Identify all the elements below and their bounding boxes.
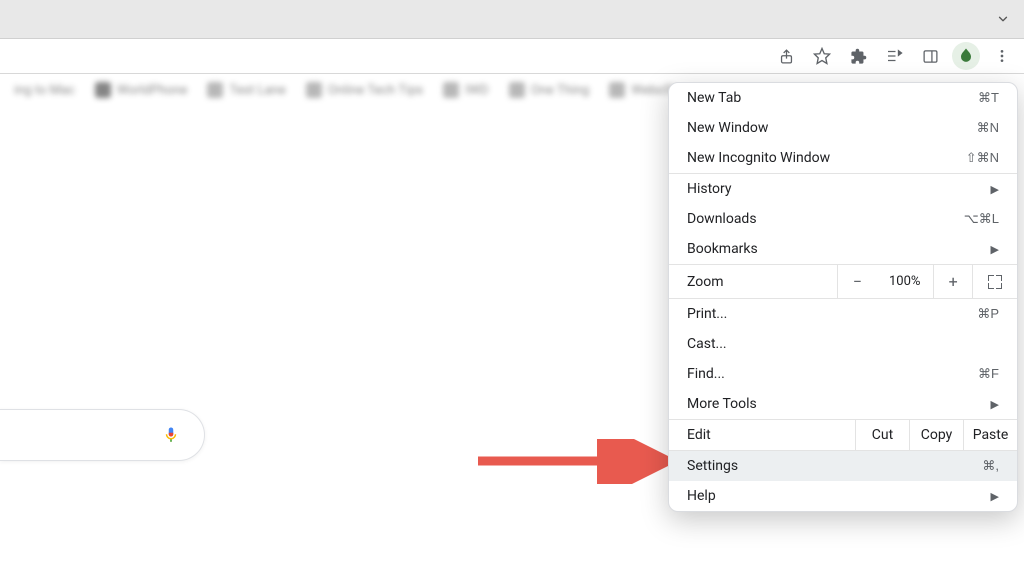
menu-label: Find... bbox=[687, 366, 725, 382]
shortcut: ⌘F bbox=[978, 366, 999, 382]
zoom-out-button[interactable]: − bbox=[837, 265, 877, 298]
menu-label: Bookmarks bbox=[687, 241, 758, 257]
side-panel-icon[interactable] bbox=[916, 42, 944, 70]
titlebar bbox=[0, 0, 1024, 39]
media-control-icon[interactable] bbox=[880, 42, 908, 70]
edit-paste-button[interactable]: Paste bbox=[963, 420, 1017, 450]
menu-new-tab[interactable]: New Tab ⌘T bbox=[669, 83, 1017, 113]
menu-find[interactable]: Find... ⌘F bbox=[669, 359, 1017, 389]
submenu-arrow-icon: ▶ bbox=[991, 183, 999, 196]
bookmark-item[interactable]: Test Lane bbox=[201, 78, 291, 102]
bookmark-item[interactable]: IWD bbox=[437, 78, 495, 102]
shortcut: ⌥⌘L bbox=[964, 211, 999, 227]
edit-copy-button[interactable]: Copy bbox=[909, 420, 963, 450]
bookmark-item[interactable]: ing to Mac bbox=[8, 79, 81, 102]
menu-label: New Window bbox=[687, 120, 768, 136]
search-box[interactable] bbox=[0, 409, 205, 461]
browser-toolbar bbox=[0, 39, 1024, 74]
fullscreen-icon bbox=[988, 275, 1002, 289]
menu-edit-row: Edit Cut Copy Paste bbox=[669, 419, 1017, 451]
submenu-arrow-icon: ▶ bbox=[991, 398, 999, 411]
menu-label: New Tab bbox=[687, 90, 741, 106]
bookmark-star-icon[interactable] bbox=[808, 42, 836, 70]
menu-settings[interactable]: Settings ⌘, bbox=[669, 451, 1017, 481]
menu-label: History bbox=[687, 181, 732, 197]
bookmark-item[interactable]: Online Tech Tips bbox=[300, 78, 429, 102]
menu-label: New Incognito Window bbox=[687, 150, 830, 166]
menu-downloads[interactable]: Downloads ⌥⌘L bbox=[669, 204, 1017, 234]
submenu-arrow-icon: ▶ bbox=[991, 490, 999, 503]
menu-label: Help bbox=[687, 488, 716, 504]
profile-avatar[interactable] bbox=[952, 42, 980, 70]
fullscreen-button[interactable] bbox=[972, 265, 1017, 298]
menu-edit: Edit bbox=[669, 420, 855, 450]
menu-label: Downloads bbox=[687, 211, 757, 227]
menu-help[interactable]: Help ▶ bbox=[669, 481, 1017, 511]
menu-bookmarks[interactable]: Bookmarks ▶ bbox=[669, 234, 1017, 264]
menu-new-incognito[interactable]: New Incognito Window ⇧⌘N bbox=[669, 143, 1017, 173]
edit-cut-button[interactable]: Cut bbox=[855, 420, 909, 450]
zoom-value: 100% bbox=[877, 274, 933, 289]
menu-cast[interactable]: Cast... bbox=[669, 329, 1017, 359]
menu-label: Edit bbox=[687, 427, 711, 443]
kebab-menu-icon[interactable] bbox=[988, 42, 1016, 70]
menu-new-window[interactable]: New Window ⌘N bbox=[669, 113, 1017, 143]
menu-print[interactable]: Print... ⌘P bbox=[669, 299, 1017, 329]
chevron-down-icon[interactable] bbox=[996, 12, 1010, 26]
chrome-menu: New Tab ⌘T New Window ⌘N New Incognito W… bbox=[668, 82, 1018, 512]
menu-zoom-row: Zoom − 100% + bbox=[669, 264, 1017, 299]
menu-label: Print... bbox=[687, 306, 727, 322]
menu-more-tools[interactable]: More Tools ▶ bbox=[669, 389, 1017, 419]
shortcut: ⌘P bbox=[977, 306, 999, 322]
mic-icon[interactable] bbox=[162, 423, 180, 447]
extensions-icon[interactable] bbox=[844, 42, 872, 70]
submenu-arrow-icon: ▶ bbox=[991, 243, 999, 256]
bookmark-item[interactable]: WorldPhone bbox=[89, 78, 194, 102]
shortcut: ⌘N bbox=[977, 120, 999, 136]
menu-label: More Tools bbox=[687, 396, 757, 412]
shortcut: ⇧⌘N bbox=[966, 150, 999, 166]
menu-label: Settings bbox=[687, 458, 738, 474]
shortcut: ⌘, bbox=[982, 458, 999, 474]
menu-label: Cast... bbox=[687, 336, 727, 352]
share-icon[interactable] bbox=[772, 42, 800, 70]
shortcut: ⌘T bbox=[978, 90, 999, 106]
bookmark-item[interactable]: One Thing bbox=[503, 78, 596, 102]
menu-label: Zoom bbox=[669, 274, 837, 290]
menu-history[interactable]: History ▶ bbox=[669, 174, 1017, 204]
zoom-in-button[interactable]: + bbox=[933, 265, 973, 298]
